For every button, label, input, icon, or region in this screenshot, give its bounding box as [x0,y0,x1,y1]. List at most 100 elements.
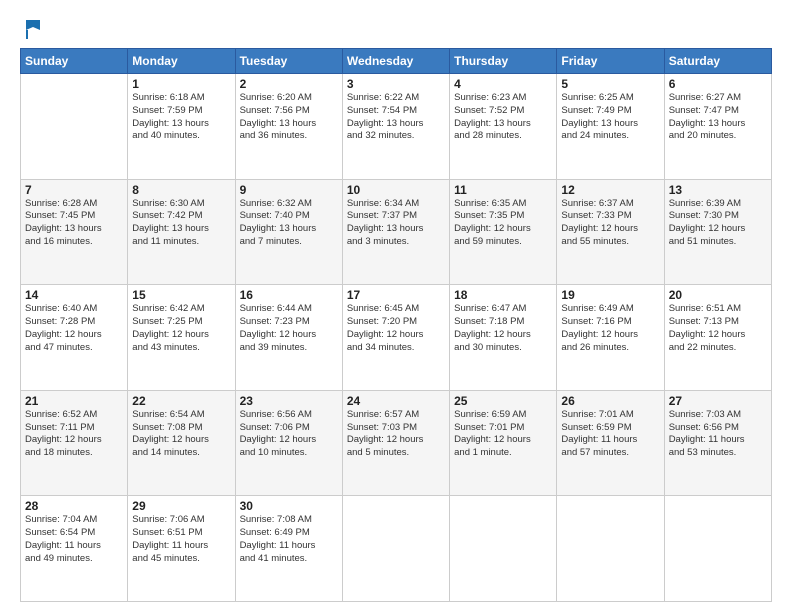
calendar-cell: 1Sunrise: 6:18 AM Sunset: 7:59 PM Daylig… [128,74,235,180]
calendar-cell: 20Sunrise: 6:51 AM Sunset: 7:13 PM Dayli… [664,285,771,391]
calendar-cell: 11Sunrise: 6:35 AM Sunset: 7:35 PM Dayli… [450,179,557,285]
day-info: Sunrise: 6:49 AM Sunset: 7:16 PM Dayligh… [561,303,659,354]
day-info: Sunrise: 6:27 AM Sunset: 7:47 PM Dayligh… [669,92,767,143]
calendar-cell: 24Sunrise: 6:57 AM Sunset: 7:03 PM Dayli… [342,390,449,496]
day-info: Sunrise: 6:51 AM Sunset: 7:13 PM Dayligh… [669,303,767,354]
calendar-cell: 5Sunrise: 6:25 AM Sunset: 7:49 PM Daylig… [557,74,664,180]
day-number: 25 [454,394,552,408]
day-number: 1 [132,77,230,91]
calendar-header-saturday: Saturday [664,49,771,74]
day-number: 4 [454,77,552,91]
day-number: 16 [240,288,338,302]
day-info: Sunrise: 7:04 AM Sunset: 6:54 PM Dayligh… [25,514,123,565]
day-number: 24 [347,394,445,408]
day-number: 22 [132,394,230,408]
day-info: Sunrise: 6:28 AM Sunset: 7:45 PM Dayligh… [25,198,123,249]
calendar-cell [450,496,557,602]
day-number: 12 [561,183,659,197]
calendar-cell: 6Sunrise: 6:27 AM Sunset: 7:47 PM Daylig… [664,74,771,180]
calendar-table: SundayMondayTuesdayWednesdayThursdayFrid… [20,48,772,602]
calendar-header-tuesday: Tuesday [235,49,342,74]
day-number: 8 [132,183,230,197]
day-number: 10 [347,183,445,197]
day-info: Sunrise: 6:44 AM Sunset: 7:23 PM Dayligh… [240,303,338,354]
calendar-cell [664,496,771,602]
day-number: 19 [561,288,659,302]
day-number: 14 [25,288,123,302]
calendar-cell: 23Sunrise: 6:56 AM Sunset: 7:06 PM Dayli… [235,390,342,496]
day-number: 18 [454,288,552,302]
calendar-cell [342,496,449,602]
calendar-week-3: 14Sunrise: 6:40 AM Sunset: 7:28 PM Dayli… [21,285,772,391]
day-info: Sunrise: 6:22 AM Sunset: 7:54 PM Dayligh… [347,92,445,143]
page: SundayMondayTuesdayWednesdayThursdayFrid… [0,0,792,612]
calendar-header-thursday: Thursday [450,49,557,74]
day-info: Sunrise: 7:06 AM Sunset: 6:51 PM Dayligh… [132,514,230,565]
day-number: 13 [669,183,767,197]
calendar-header-wednesday: Wednesday [342,49,449,74]
day-number: 23 [240,394,338,408]
day-number: 7 [25,183,123,197]
calendar-week-5: 28Sunrise: 7:04 AM Sunset: 6:54 PM Dayli… [21,496,772,602]
day-info: Sunrise: 6:47 AM Sunset: 7:18 PM Dayligh… [454,303,552,354]
day-info: Sunrise: 6:56 AM Sunset: 7:06 PM Dayligh… [240,409,338,460]
day-info: Sunrise: 6:59 AM Sunset: 7:01 PM Dayligh… [454,409,552,460]
day-number: 9 [240,183,338,197]
calendar-cell: 10Sunrise: 6:34 AM Sunset: 7:37 PM Dayli… [342,179,449,285]
day-number: 21 [25,394,123,408]
calendar-cell: 2Sunrise: 6:20 AM Sunset: 7:56 PM Daylig… [235,74,342,180]
calendar-cell [21,74,128,180]
day-number: 20 [669,288,767,302]
calendar-cell: 25Sunrise: 6:59 AM Sunset: 7:01 PM Dayli… [450,390,557,496]
day-info: Sunrise: 6:54 AM Sunset: 7:08 PM Dayligh… [132,409,230,460]
day-number: 5 [561,77,659,91]
day-info: Sunrise: 6:45 AM Sunset: 7:20 PM Dayligh… [347,303,445,354]
day-info: Sunrise: 6:30 AM Sunset: 7:42 PM Dayligh… [132,198,230,249]
calendar-cell: 12Sunrise: 6:37 AM Sunset: 7:33 PM Dayli… [557,179,664,285]
calendar-header-row: SundayMondayTuesdayWednesdayThursdayFrid… [21,49,772,74]
calendar-header-monday: Monday [128,49,235,74]
calendar-cell: 21Sunrise: 6:52 AM Sunset: 7:11 PM Dayli… [21,390,128,496]
calendar-cell: 8Sunrise: 6:30 AM Sunset: 7:42 PM Daylig… [128,179,235,285]
calendar-week-4: 21Sunrise: 6:52 AM Sunset: 7:11 PM Dayli… [21,390,772,496]
day-info: Sunrise: 6:34 AM Sunset: 7:37 PM Dayligh… [347,198,445,249]
calendar-cell: 9Sunrise: 6:32 AM Sunset: 7:40 PM Daylig… [235,179,342,285]
calendar-cell: 16Sunrise: 6:44 AM Sunset: 7:23 PM Dayli… [235,285,342,391]
calendar-cell: 3Sunrise: 6:22 AM Sunset: 7:54 PM Daylig… [342,74,449,180]
calendar-cell: 18Sunrise: 6:47 AM Sunset: 7:18 PM Dayli… [450,285,557,391]
calendar-header-friday: Friday [557,49,664,74]
logo [20,18,44,40]
day-info: Sunrise: 7:03 AM Sunset: 6:56 PM Dayligh… [669,409,767,460]
day-info: Sunrise: 6:18 AM Sunset: 7:59 PM Dayligh… [132,92,230,143]
calendar-cell: 13Sunrise: 6:39 AM Sunset: 7:30 PM Dayli… [664,179,771,285]
calendar-week-2: 7Sunrise: 6:28 AM Sunset: 7:45 PM Daylig… [21,179,772,285]
calendar-header-sunday: Sunday [21,49,128,74]
logo-icon [22,18,44,40]
day-info: Sunrise: 6:25 AM Sunset: 7:49 PM Dayligh… [561,92,659,143]
day-number: 3 [347,77,445,91]
header [20,18,772,40]
calendar-cell: 19Sunrise: 6:49 AM Sunset: 7:16 PM Dayli… [557,285,664,391]
day-number: 26 [561,394,659,408]
day-info: Sunrise: 6:37 AM Sunset: 7:33 PM Dayligh… [561,198,659,249]
calendar-cell: 30Sunrise: 7:08 AM Sunset: 6:49 PM Dayli… [235,496,342,602]
day-info: Sunrise: 6:35 AM Sunset: 7:35 PM Dayligh… [454,198,552,249]
day-number: 27 [669,394,767,408]
calendar-cell: 15Sunrise: 6:42 AM Sunset: 7:25 PM Dayli… [128,285,235,391]
day-number: 29 [132,499,230,513]
day-info: Sunrise: 6:39 AM Sunset: 7:30 PM Dayligh… [669,198,767,249]
calendar-cell: 14Sunrise: 6:40 AM Sunset: 7:28 PM Dayli… [21,285,128,391]
calendar-cell: 28Sunrise: 7:04 AM Sunset: 6:54 PM Dayli… [21,496,128,602]
day-info: Sunrise: 6:57 AM Sunset: 7:03 PM Dayligh… [347,409,445,460]
day-info: Sunrise: 6:20 AM Sunset: 7:56 PM Dayligh… [240,92,338,143]
day-number: 17 [347,288,445,302]
calendar-cell: 17Sunrise: 6:45 AM Sunset: 7:20 PM Dayli… [342,285,449,391]
day-number: 28 [25,499,123,513]
calendar-cell [557,496,664,602]
calendar-cell: 22Sunrise: 6:54 AM Sunset: 7:08 PM Dayli… [128,390,235,496]
calendar-cell: 26Sunrise: 7:01 AM Sunset: 6:59 PM Dayli… [557,390,664,496]
day-number: 30 [240,499,338,513]
day-info: Sunrise: 6:40 AM Sunset: 7:28 PM Dayligh… [25,303,123,354]
day-info: Sunrise: 7:08 AM Sunset: 6:49 PM Dayligh… [240,514,338,565]
day-number: 11 [454,183,552,197]
